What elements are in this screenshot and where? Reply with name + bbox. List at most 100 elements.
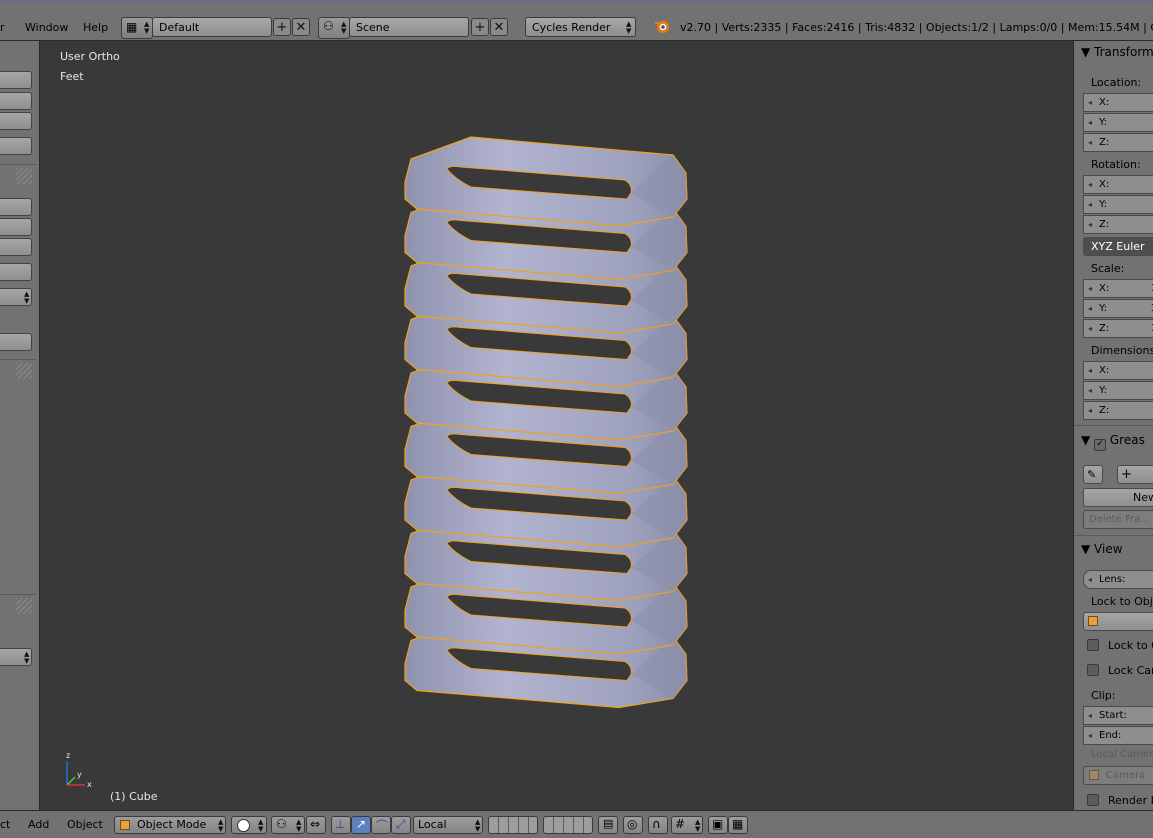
plus-icon: + [1121,467,1132,482]
dimensions-z-field[interactable]: ◂ Z: [1083,401,1153,420]
add-screen-button[interactable]: + [273,18,291,36]
menu-add[interactable]: Add [28,818,49,831]
tool-button[interactable] [0,92,32,110]
layer-buttons-group-2[interactable] [543,816,593,834]
translate-manipulator-button[interactable]: ↗ [351,816,371,834]
rotate-manipulator-button[interactable]: ⌒ [371,816,391,834]
tool-button[interactable] [0,333,32,351]
scene-name[interactable]: Scene [349,17,469,37]
dimensions-y-field[interactable]: ◂ Y: [1083,381,1153,400]
proportional-editing-button[interactable]: ◎ [623,816,643,834]
location-label: Location: [1091,76,1142,89]
remove-screen-button[interactable]: ✕ [292,18,310,36]
lock-to-cursor-checkbox[interactable] [1087,639,1099,651]
menu-select[interactable]: ct [0,818,10,831]
delete-frame-button[interactable]: Delete Fra... [1083,510,1153,529]
pivot-point-dropdown[interactable]: ⚇ ▲ ▼ [271,816,305,834]
mode-dropdown[interactable]: Object Mode ▲ ▼ [114,816,226,834]
tool-button[interactable] [0,198,32,216]
render-border-label: Render B [1108,794,1153,807]
render-image-button[interactable]: ▣ [708,816,728,834]
orientation-label: Local [418,818,447,831]
snap-element-dropdown[interactable]: # ▲ ▼ [671,816,703,834]
menu-object[interactable]: Object [67,818,103,831]
lock-camera-label: Lock Can [1108,664,1153,677]
tool-button[interactable] [0,238,32,256]
panel-drag-handle[interactable] [16,168,32,184]
scale-manipulator-button[interactable]: ⤢ [391,816,411,834]
tool-button[interactable] [0,112,32,130]
lock-to-cursor-label: Lock to C [1108,639,1153,652]
remove-scene-button[interactable]: ✕ [490,18,508,36]
lock-camera-checkbox[interactable] [1087,664,1099,676]
location-y-field[interactable]: ◂ Y: [1083,113,1153,132]
tool-button[interactable] [0,137,32,155]
rotation-label: Rotation: [1091,158,1141,171]
axis-label: X: [1099,97,1110,108]
axis-label: Z: [1099,219,1110,230]
render-border-checkbox[interactable] [1087,794,1099,806]
snap-toggle[interactable]: ∩ [648,816,668,834]
coil-spring-mesh[interactable] [391,129,731,729]
view-panel-header[interactable]: ▼ View [1081,542,1123,556]
view-header-label: View [1094,542,1123,556]
manipulator-toggle[interactable]: ⊥ [331,816,351,834]
panel-separator [1074,535,1153,536]
new-grease-pencil-button[interactable]: New [1083,488,1153,507]
panel-drag-handle[interactable] [16,363,32,379]
screen-layout-dropdown[interactable]: ▦ ▲ ▼ [121,17,153,39]
clip-start-field[interactable]: ◂ Start: [1083,706,1153,725]
rotation-z-field[interactable]: ◂ Z: [1083,215,1153,234]
rotation-x-field[interactable]: ◂ X: [1083,175,1153,194]
grease-pencil-checkbox[interactable]: ✓ [1094,439,1107,451]
viewport-shading-dropdown[interactable]: ▲ ▼ [231,816,267,834]
lock-object-field[interactable] [1083,612,1153,631]
clip-label: Clip: [1091,689,1116,702]
grease-pencil-panel-header[interactable]: ▼ ✓ Greas [1081,433,1145,451]
scale-y-field[interactable]: ◂Y:1 [1083,299,1153,318]
local-camera-label: Local Camer [1091,749,1153,760]
transform-orientation-dropdown[interactable]: Local ▲ ▼ [413,816,483,834]
axis-x-label: x [87,780,92,789]
mode-label: Object Mode [137,818,207,831]
tool-dropdown[interactable]: ▲ ▼ [0,288,32,306]
view-name-label: User Ortho [60,50,120,63]
clip-start-label: Start: [1099,710,1127,721]
3d-viewport[interactable]: User Ortho Feet z y x (1) Cube [41,41,1072,810]
camera-icon: ▣ [712,817,724,831]
pencil-dropdown[interactable]: ✎ [1083,465,1103,484]
menu-window[interactable]: Window [25,21,68,34]
render-engine-dropdown[interactable]: Cycles Render ▲ ▼ [525,17,636,37]
add-scene-button[interactable]: + [471,18,489,36]
tool-button[interactable] [0,218,32,236]
add-layer-button[interactable]: + [1117,465,1153,484]
tool-button[interactable] [0,71,32,89]
dimensions-x-field[interactable]: ◂ X: [1083,361,1153,380]
axis-label: Y: [1099,117,1108,128]
translate-arrow-icon: ↗ [356,817,367,831]
lens-field[interactable]: ◂ Lens: [1083,570,1153,589]
rotation-mode-dropdown[interactable]: XYZ Euler [1083,237,1153,256]
camera-field[interactable]: Camera [1083,766,1153,785]
scale-x-field[interactable]: ◂X:1 [1083,279,1153,298]
tool-dropdown[interactable]: ▲ ▼ [0,648,32,666]
render-animation-button[interactable]: ▦ [728,816,748,834]
layer-buttons-group-1[interactable] [488,816,538,834]
clapper-icon: ▦ [732,817,744,831]
location-x-field[interactable]: ◂ X: [1083,93,1153,112]
menu-render[interactable]: r [0,21,5,34]
tool-button[interactable] [0,263,32,281]
transform-panel-header[interactable]: ▼ Transform [1081,45,1153,59]
clip-end-field[interactable]: ◂ End: [1083,726,1153,745]
location-z-field[interactable]: ◂ Z: [1083,133,1153,152]
screen-layout-name[interactable]: Default [152,17,272,37]
scale-z-field[interactable]: ◂Z:1 [1083,319,1153,338]
scene-dropdown[interactable]: ⚇ ▲ ▼ [318,17,350,39]
rotation-y-field[interactable]: ◂ Y: [1083,195,1153,214]
scene-statistics: v2.70 | Verts:2335 | Faces:2416 | Tris:4… [680,21,1153,34]
lock-layers-button[interactable]: ▤ [598,816,618,834]
clip-end-label: End: [1099,730,1122,741]
panel-drag-handle[interactable] [16,598,32,614]
manipulate-center-button[interactable]: ⇔ [306,816,326,834]
menu-help[interactable]: Help [83,21,108,34]
